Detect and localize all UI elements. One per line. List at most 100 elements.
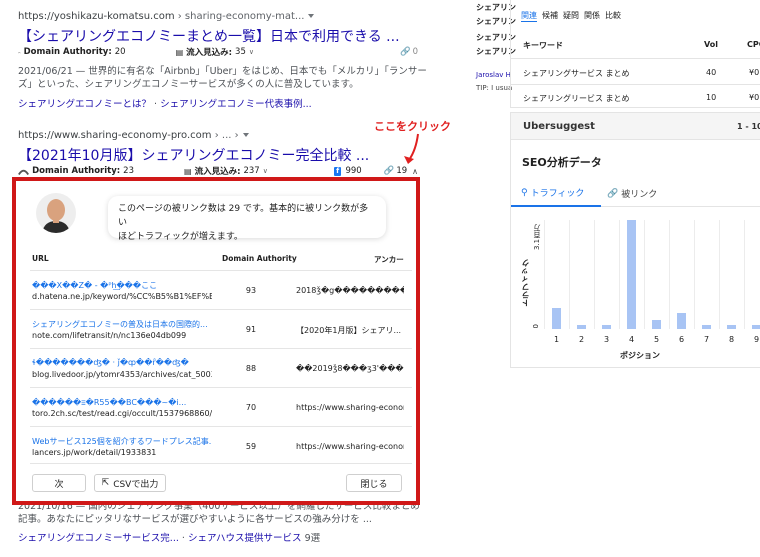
result1-sublinks: シェアリングエコノミーとは？ · シェアリングエコノミー代表事例...	[18, 96, 312, 110]
chart-xticks: 1 2 3 4 5 6 7 8 9	[544, 335, 760, 347]
chart-gridline	[719, 220, 720, 329]
result2-sublink-2-count: 9選	[301, 533, 321, 544]
chart-xtick-label: 6	[678, 335, 685, 344]
chart-bar[interactable]	[552, 307, 561, 329]
chevron-down-icon[interactable]	[308, 14, 315, 18]
chart-bar[interactable]	[677, 313, 686, 329]
row-link[interactable]: Webサービス125個を紹介するワードプレス記事...	[32, 436, 212, 447]
chevron-down-icon[interactable]: ∨	[249, 48, 254, 56]
chart-gridline	[594, 220, 595, 329]
keyword-cell[interactable]: シェアリングサービス まとめ	[523, 68, 630, 79]
result1-links-count: 0	[412, 47, 418, 57]
chart-ytick-top: 3.1百万	[533, 224, 541, 250]
result2-title[interactable]: 【2021年10月版】シェアリングエコノミー完全比較 ...	[18, 145, 369, 165]
link-icon: 🔗	[399, 47, 411, 57]
result1-da-value: 20	[114, 47, 126, 57]
row-domain-authority: 59	[245, 442, 257, 451]
result1-url: https://yoshikazu-komatsu.com › sharing-…	[18, 11, 315, 22]
tab-suggestions[interactable]: 候補	[542, 10, 558, 22]
result1-da-label: Domain Authority:	[23, 47, 112, 57]
result2-sublink-1[interactable]: シェアリングエコノミーサービス完...	[18, 533, 179, 544]
chart-gridline	[744, 220, 745, 329]
chart-ytick-bottom: 0	[532, 324, 540, 329]
row-link[interactable]: ɬ�������ʤ� · ǰ�ȹ��ȓ��ʤ�	[32, 358, 212, 367]
row-url: note.com/lifetransit/n/nc136e04db099	[32, 331, 187, 340]
result1-sublink-2[interactable]: シェアリングエコノミー代表事例...	[160, 99, 312, 110]
document-icon: ▤	[184, 166, 192, 176]
keyword-cell[interactable]: シェアリングリービス まとめ	[523, 93, 630, 104]
export-icon: ⇱	[101, 478, 110, 488]
result1-sublink-1[interactable]: シェアリングエコノミーとは？	[18, 99, 151, 110]
tab-questions[interactable]: 疑問	[563, 10, 579, 22]
vol-column-header: Vol	[704, 40, 718, 49]
close-button[interactable]: 閉じる	[346, 474, 402, 492]
search-icon: ⚲	[521, 187, 528, 198]
chart-xtick-label: 3	[603, 335, 610, 344]
table-row: ɬ�������ʤ� · ǰ�ȹ��ȓ��ʤ� blog.livedoor.jp…	[30, 348, 412, 386]
tab-backlinks-label: 被リンク	[621, 190, 658, 200]
table-row: シェアリングエコノミーの普及は日本の国際的... note.com/lifetr…	[30, 309, 412, 347]
author-link[interactable]: Jaroslav H	[476, 71, 511, 79]
chart-xtick-label: 9	[753, 335, 760, 344]
backlinks-popup: このページの被リンク数は 29 です。基本的に被リンク数が多い ほどトラフィック…	[12, 177, 420, 505]
chart-xtick-label: 5	[653, 335, 660, 344]
result1-snippet-line2: ズ」といった、シェアリングエコノミーサービスが多くの人に普及しています。	[18, 79, 359, 90]
tab-relations[interactable]: 関係	[584, 10, 600, 22]
chart-xtick-label: 4	[628, 335, 635, 344]
result2-da-value: 23	[123, 166, 134, 176]
chevron-down-icon[interactable]	[242, 133, 249, 137]
chart-xtick-label: 2	[578, 335, 585, 344]
ubersuggest-title: Ubersuggest	[523, 121, 595, 132]
chevron-down-icon[interactable]: ∨	[263, 167, 268, 175]
cpc-cell: ¥0	[749, 93, 760, 102]
table-row: Webサービス125個を紹介するワードプレス記事... lancers.jp/w…	[30, 426, 412, 464]
result1-metrics: Domain Authority: 20 ▤ 流入見込み: 35 ∨ 🔗 0	[18, 46, 418, 58]
result1-snippet: 2021/06/21 — 世界的に有名な「Airbnb」「Uber」をはじめ、日…	[18, 65, 427, 91]
chart-ylabel: トラフィック	[521, 259, 530, 307]
column-header-domain-authority: Domain Authority	[222, 254, 297, 263]
export-csv-button[interactable]: ⇱ CSVで出力	[94, 474, 166, 492]
vol-cell: 40	[706, 68, 717, 77]
tab-comparisons[interactable]: 比較	[605, 10, 621, 22]
tip-text: TIP: I usua	[476, 84, 513, 92]
chart-bar[interactable]	[702, 325, 711, 329]
chart-bar[interactable]	[727, 325, 736, 329]
sublink-separator: ·	[178, 533, 188, 544]
row-link[interactable]: シェアリングエコノミーの普及は日本の国際的...	[32, 319, 212, 330]
result1-title[interactable]: 【シェアリングエコノミーまとめ一覧】日本で利用できる ...	[18, 26, 400, 46]
ubersuggest-range: 1 - 10 /	[737, 122, 760, 131]
chart-xtick-label: 7	[703, 335, 710, 344]
moz-logo-icon	[18, 51, 21, 53]
column-header-url: URL	[32, 254, 49, 263]
chart-plot-area	[544, 220, 760, 329]
row-link[interactable]: ������ⲷ�R55��BC���~�i...	[32, 397, 212, 408]
result2-sublink-2[interactable]: シェアハウス提供サービス	[188, 533, 302, 544]
chart-bar[interactable]	[652, 320, 661, 329]
row-url: blog.livedoor.jp/ytomr4353/archives/cat_…	[32, 370, 212, 379]
chart-gridline	[569, 220, 570, 329]
tab-related[interactable]: 関連	[521, 10, 537, 22]
cpc-column-header: CPC	[747, 40, 760, 49]
next-button[interactable]: 次	[32, 474, 86, 492]
result2-snippet-line2: 記事。あなたにピッタリなサービスが選びやすいように各サービスの強み分けを ...	[18, 514, 372, 525]
row-link[interactable]: ���X��Z� - �ᴾh͢���ここ	[32, 280, 212, 291]
keyword-panel: 関連 候補 疑問 関係 比較 キーワード Vol CPC シェアリングサービス …	[510, 0, 760, 108]
ubersuggest-header: Ubersuggest 1 - 10 /	[510, 112, 760, 140]
chart-bar[interactable]	[577, 325, 586, 329]
divider	[511, 84, 760, 85]
chart-bar[interactable]	[602, 325, 611, 329]
sublink-separator: ·	[151, 99, 161, 110]
result2-da-label: Domain Authority:	[32, 166, 121, 176]
annotation-arrow-icon	[404, 133, 419, 164]
result1-url-crumb: › sharing-economy-mat...	[174, 11, 305, 22]
result2-sublinks: シェアリングエコノミーサービス完... · シェアハウス提供サービス 9選	[18, 530, 320, 544]
chart-bar[interactable]	[627, 220, 636, 329]
link-icon: 🔗	[607, 188, 619, 199]
result2-traffic-value: 237	[243, 166, 260, 176]
result1-url-host: https://yoshikazu-komatsu.com	[18, 11, 175, 22]
result2-traffic-label: 流入見込み:	[194, 167, 241, 177]
chart-xtick-label: 8	[728, 335, 735, 344]
chart-bar[interactable]	[752, 325, 760, 329]
facebook-icon: f	[333, 166, 342, 176]
moz-logo-icon	[18, 169, 30, 175]
